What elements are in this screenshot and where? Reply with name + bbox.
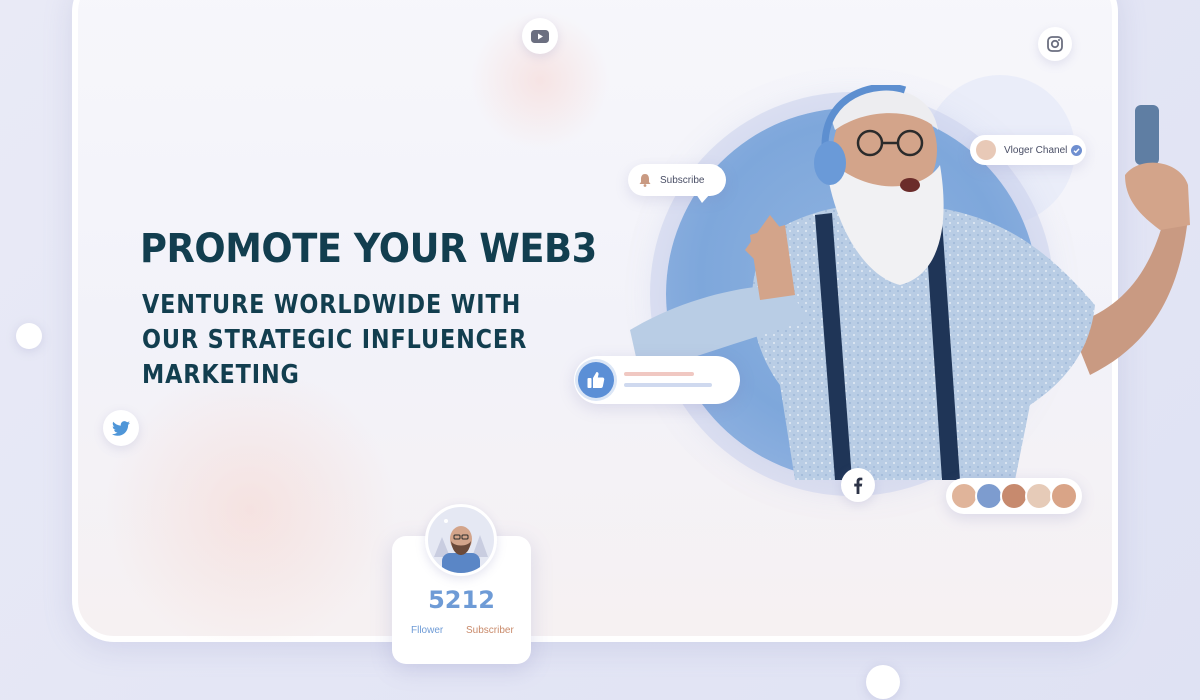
follower-label: Fllower — [411, 625, 444, 636]
avatar — [975, 482, 1003, 510]
facebook-button[interactable] — [841, 468, 875, 502]
subheadline-line: OUR STRATEGIC INFLUENCER — [142, 325, 528, 355]
subscribe-label: Subscribe — [660, 174, 705, 186]
youtube-icon — [531, 29, 549, 43]
headline: PROMOTE YOUR WEB3 — [140, 226, 597, 272]
avatar — [1050, 482, 1078, 510]
avatar — [950, 482, 978, 510]
subheadline-line: VENTURE WORLDWIDE WITH — [142, 290, 522, 320]
vlogger-channel-label: Vloger Chanel — [1004, 144, 1068, 156]
youtube-button[interactable] — [522, 18, 558, 54]
avatar — [1025, 482, 1053, 510]
decorative-dot-bottom — [866, 665, 900, 699]
followers-avatar-group[interactable] — [946, 478, 1082, 514]
twitter-icon — [112, 420, 130, 436]
decorative-dot-left — [16, 323, 42, 349]
subheadline-line: MARKETING — [142, 360, 300, 390]
avatar — [1000, 482, 1028, 510]
like-text-placeholder — [624, 383, 712, 387]
subheadline: VENTURE WORLDWIDE WITH OUR STRATEGIC INF… — [142, 288, 527, 393]
subscribe-bubble-tail — [696, 194, 710, 203]
instagram-button[interactable] — [1038, 27, 1072, 61]
subscriber-label: Subscriber — [466, 625, 514, 636]
verified-icon — [1071, 144, 1083, 156]
vlogger-channel-badge[interactable]: Vloger Chanel — [970, 135, 1086, 165]
like-button[interactable] — [578, 362, 614, 398]
follower-count: 5212 — [428, 586, 495, 614]
avatar — [976, 140, 996, 160]
like-text-placeholder — [624, 372, 694, 376]
facebook-icon — [854, 477, 863, 494]
influencer-photo — [630, 85, 1190, 480]
background-glow — [90, 380, 410, 640]
twitter-button[interactable] — [103, 410, 139, 446]
avatar — [425, 504, 497, 576]
subscribe-bubble[interactable]: Subscribe — [628, 164, 726, 196]
thumbs-up-icon — [587, 372, 605, 388]
bell-icon — [639, 174, 651, 187]
profile-avatar-illustration — [434, 519, 488, 573]
instagram-icon — [1047, 36, 1063, 52]
like-card[interactable] — [574, 356, 740, 404]
